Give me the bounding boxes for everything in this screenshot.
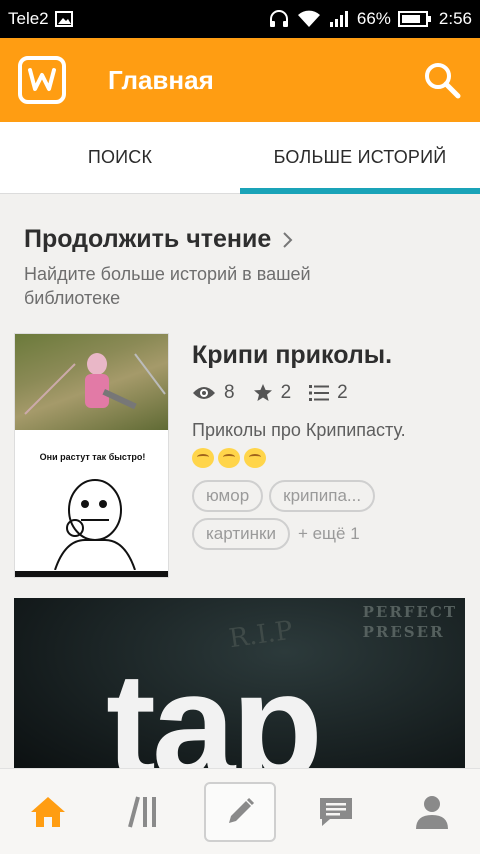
tag-chip[interactable]: картинки [192, 518, 290, 550]
profile-icon [416, 795, 448, 829]
laughing-emoji-icon [244, 448, 266, 468]
nav-home-button[interactable] [12, 782, 84, 842]
bottom-navigation [0, 768, 480, 854]
laughing-emoji-icon [192, 448, 214, 468]
cover-photo [15, 334, 168, 430]
signal-icon [328, 10, 350, 28]
section-subtitle: Найдите больше историй в вашей библиотек… [24, 264, 311, 308]
promo-tap-logo: tap [106, 641, 323, 768]
emoji-row [192, 448, 480, 468]
library-icon [128, 795, 156, 828]
page-title: Главная [108, 64, 214, 95]
story-title[interactable]: Крипи приколы. [192, 341, 480, 370]
promo-corner-text: PERFECT PRESER [362, 603, 457, 641]
meme-face-icon [54, 479, 136, 570]
clock: 2:56 [438, 9, 472, 28]
app-bar: Главная [0, 38, 480, 122]
status-bar: Tele2 66% 2:56 [0, 0, 480, 38]
carrier-label: Tele2 [8, 9, 49, 28]
votes-count: 2 [280, 382, 292, 403]
wattpad-logo-icon[interactable] [18, 56, 66, 104]
more-tags-label[interactable]: + ещё 1 [298, 524, 360, 544]
continue-reading-header[interactable]: Продолжить чтение [24, 225, 456, 254]
main-content: Продолжить чтение Найдите больше историй… [0, 195, 480, 768]
image-icon [54, 11, 73, 27]
wifi-icon [297, 10, 321, 28]
tab-bar: ПОИСК БОЛЬШЕ ИСТОРИЙ [0, 122, 480, 194]
nav-library-button[interactable] [108, 782, 180, 842]
eye-icon [193, 387, 215, 399]
nav-profile-button[interactable] [396, 782, 468, 842]
section-title: Продолжить чтение [24, 225, 272, 253]
nav-messages-button[interactable] [300, 782, 372, 842]
nav-write-button[interactable] [204, 781, 276, 842]
story-card[interactable]: Они растут так быстро! Крипи приколы. 8 … [14, 333, 480, 578]
promo-banner[interactable]: R.I.P PERFECT PRESER tap [14, 598, 465, 768]
tag-chip[interactable]: юмор [192, 480, 264, 512]
story-stats: 8 2 2 [192, 382, 480, 404]
story-cover-image[interactable]: Они растут так быстро! [14, 333, 169, 578]
battery-label: 66% [356, 9, 391, 28]
pencil-icon [229, 797, 255, 823]
search-icon[interactable] [422, 60, 462, 100]
story-info: Крипи приколы. 8 2 2 Приколы про Крипипа… [192, 341, 480, 550]
messages-icon [320, 797, 352, 826]
tag-chip[interactable]: крипипа... [269, 480, 376, 512]
home-icon [31, 796, 65, 827]
star-icon [253, 384, 272, 401]
tab-search[interactable]: ПОИСК [0, 122, 240, 193]
tab-more-stories[interactable]: БОЛЬШЕ ИСТОРИЙ [240, 122, 480, 194]
list-icon [309, 385, 330, 401]
parts-count: 2 [337, 382, 348, 403]
chevron-right-icon [283, 231, 293, 248]
laughing-emoji-icon [218, 448, 240, 468]
battery-icon [397, 10, 432, 28]
cover-caption: Они растут так быстро! [39, 452, 146, 462]
headphones-icon [268, 10, 290, 28]
views-count: 8 [224, 382, 235, 403]
story-tags: юмор крипипа... картинки + ещё 1 [192, 480, 462, 550]
story-description: Приколы про Крипипасту. [192, 420, 406, 440]
continue-reading-section: Продолжить чтение Найдите больше историй… [0, 195, 480, 310]
